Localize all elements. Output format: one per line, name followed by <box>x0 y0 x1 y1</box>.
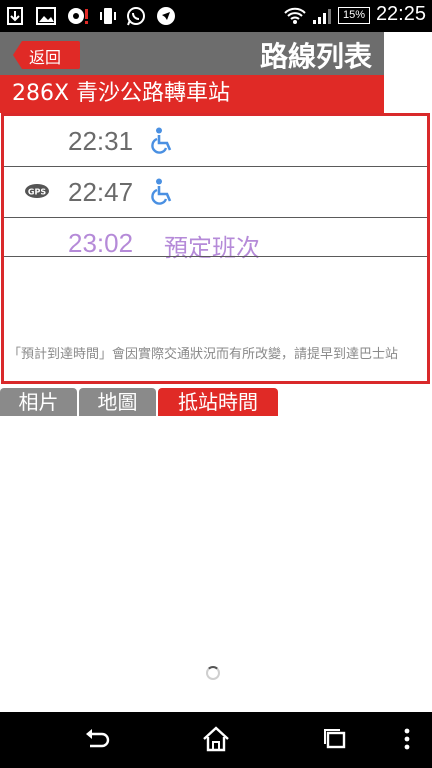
clock-time: 22:25 <box>375 3 426 25</box>
image-notification-icon <box>36 6 56 26</box>
overflow-menu-icon[interactable] <box>402 724 412 758</box>
tab-map[interactable]: 地圖 <box>79 388 156 416</box>
arrival-times-panel: 22:31 GPS 22:47 23:02 預定班次 「預計到達時間」會因實際交… <box>1 113 430 384</box>
arrival-time: 23:02 <box>68 228 134 258</box>
back-nav-icon[interactable] <box>82 724 112 758</box>
arrival-row: GPS 22:47 <box>4 167 427 217</box>
loading-spinner-icon <box>206 666 220 680</box>
back-button[interactable]: 返回 <box>12 40 81 70</box>
wheelchair-icon <box>150 127 176 159</box>
gps-icon: GPS <box>24 183 50 203</box>
arrival-row: 23:02 預定班次 <box>4 218 427 268</box>
scheduled-trip-label: 預定班次 <box>164 234 260 262</box>
download-notification-icon <box>6 6 24 26</box>
recent-apps-icon[interactable] <box>320 724 350 758</box>
arrival-time: 22:31 <box>68 126 134 156</box>
whatsapp-icon <box>126 6 146 26</box>
signal-icon <box>312 6 332 26</box>
alert-bubble-icon <box>66 6 90 26</box>
arrival-row: 22:31 <box>4 116 427 166</box>
page-title: 路線列表 <box>259 40 372 73</box>
tab-photos[interactable]: 相片 <box>0 388 77 416</box>
home-nav-icon[interactable] <box>201 724 231 758</box>
disclaimer-note: 「預計到達時間」會因實際交通狀況而有所改變，請提早到達巴士站 <box>8 347 399 362</box>
navigation-bar <box>0 712 432 768</box>
tab-arrival-times[interactable]: 抵站時間 <box>158 388 278 416</box>
status-bar: 15% 22:25 <box>0 0 432 32</box>
navigation-icon <box>156 6 176 26</box>
battery-icon: 15% <box>338 7 370 24</box>
arrival-time: 22:47 <box>68 177 134 207</box>
wheelchair-icon <box>150 178 176 210</box>
row-divider <box>4 256 427 257</box>
wifi-icon <box>284 6 306 26</box>
route-title: 286X 青沙公路轉車站 <box>0 75 384 113</box>
phone-vibrate-icon <box>100 6 116 26</box>
back-label: 返回 <box>29 48 62 67</box>
svg-text:GPS: GPS <box>28 188 46 197</box>
app-header: 返回 路線列表 <box>0 32 384 75</box>
